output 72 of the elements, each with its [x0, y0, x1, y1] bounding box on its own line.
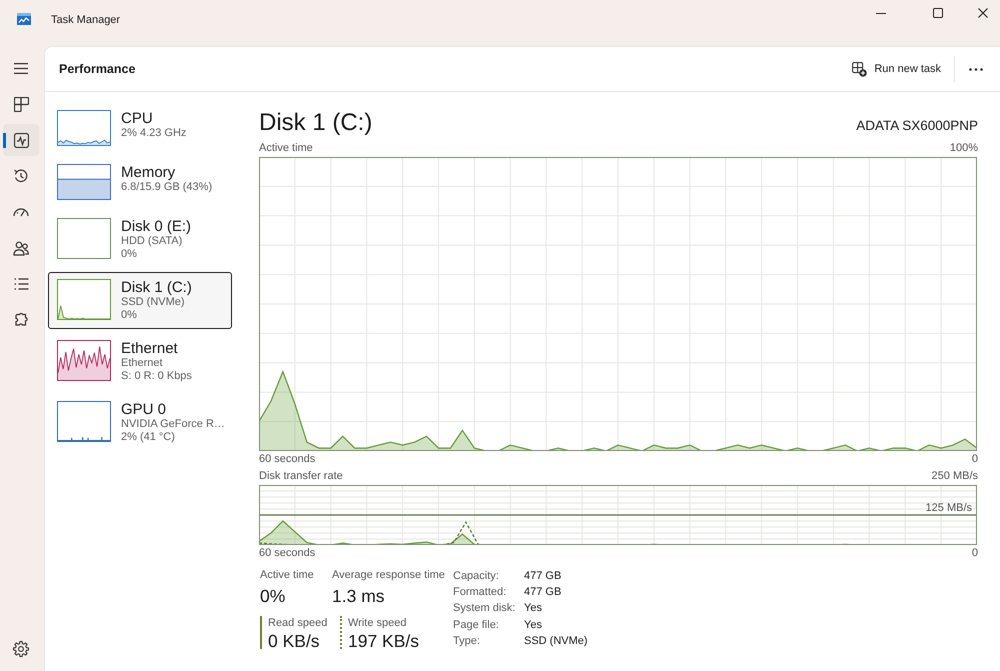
- property-label: Capacity:: [453, 569, 500, 584]
- window-title: Task Manager: [51, 13, 120, 27]
- disk-model: ADATA SX6000PNP: [856, 118, 978, 134]
- resource-list-item[interactable]: Disk 0 (E:) HDD (SATA) 0%: [48, 211, 232, 268]
- minimize-icon: [876, 12, 886, 14]
- stat-value: 0 KB/s: [268, 630, 320, 652]
- puzzle-piece-icon: [13, 312, 29, 328]
- resource-name: GPU 0: [121, 401, 166, 418]
- resource-list-item[interactable]: Disk 1 (C:) SSD (NVMe) 0%: [48, 272, 232, 329]
- resource-name: Ethernet: [121, 340, 178, 357]
- resource-detail: 0%: [121, 309, 137, 322]
- resource-detail: 2% (41 °C): [121, 431, 175, 444]
- resource-name: CPU: [121, 110, 153, 127]
- new-task-icon: [852, 62, 868, 76]
- nav-button[interactable]: [3, 124, 39, 156]
- scale-label: 100%: [950, 141, 978, 155]
- scale-label: 0: [972, 546, 978, 560]
- menu-icon: [14, 62, 28, 74]
- stat-label: Average response time: [332, 568, 445, 582]
- stat-value: 197 KB/s: [348, 630, 420, 652]
- speedometer-icon: [13, 206, 29, 218]
- stat-value: 1.3 ms: [332, 585, 385, 607]
- property-label: System disk:: [453, 601, 516, 616]
- scale-label: 125 MB/s: [926, 502, 972, 514]
- resource-name: Disk 1 (C:): [121, 279, 192, 296]
- resource-detail: SSD (NVMe): [121, 296, 185, 309]
- app-icon: [17, 13, 31, 25]
- people-icon: [13, 240, 29, 256]
- stat-label: Active time: [260, 568, 314, 582]
- resource-detail: HDD (SATA): [121, 235, 182, 248]
- run-new-task-button[interactable]: Run new task: [842, 54, 951, 84]
- dotted-legend-line-icon: [340, 616, 342, 649]
- time-span-label: 60 seconds: [259, 452, 316, 466]
- resource-list-item[interactable]: Memory 6.8/15.9 GB (43%): [48, 157, 232, 207]
- property-label: Page file:: [453, 618, 500, 633]
- resource-detail: 0%: [121, 248, 137, 261]
- close-icon: [978, 8, 988, 18]
- resource-name: Memory: [121, 164, 176, 181]
- list-icon: [14, 278, 28, 290]
- stat-label: Read speed: [268, 616, 328, 630]
- legend-line-icon: [260, 616, 262, 649]
- settings-icon: [13, 641, 29, 657]
- resource-detail: NVIDIA GeForce R…: [121, 418, 225, 431]
- property-value: Yes: [524, 601, 543, 616]
- stat-value: 0%: [260, 585, 286, 607]
- property-value: 477 GB: [524, 585, 562, 600]
- scale-label: 250 MB/s: [932, 469, 978, 483]
- resource-list-item[interactable]: GPU 0 NVIDIA GeForce R… 2% (41 °C): [48, 394, 232, 451]
- maximize-icon: [932, 8, 942, 18]
- stat-label: Write speed: [348, 616, 406, 630]
- property-value: SSD (NVMe): [524, 634, 588, 649]
- more-icon: [969, 68, 983, 70]
- activity-chart-icon: [14, 132, 28, 148]
- property-value: 477 GB: [524, 569, 562, 584]
- graph-title: Disk transfer rate: [259, 469, 343, 483]
- property-label: Formatted:: [453, 585, 508, 600]
- scale-label: 0: [972, 452, 978, 466]
- history-icon: [13, 168, 29, 184]
- resource-list-item[interactable]: CPU 2% 4.23 GHz: [48, 103, 232, 153]
- time-span-label: 60 seconds: [259, 546, 316, 560]
- resource-list-item[interactable]: Ethernet Ethernet S: 0 R: 0 Kbps: [48, 333, 232, 390]
- resource-detail: S: 0 R: 0 Kbps: [121, 370, 192, 383]
- resource-name: Disk 0 (E:): [121, 218, 192, 235]
- resource-detail: 2% 4.23 GHz: [121, 127, 186, 140]
- page-title: Performance: [59, 62, 136, 76]
- property-label: Type:: [453, 634, 481, 649]
- resource-detail: 6.8/15.9 GB (43%): [121, 181, 212, 194]
- resource-detail: Ethernet: [121, 357, 163, 370]
- disk-title: Disk 1 (C:): [259, 108, 372, 138]
- apps-grid-icon: [14, 96, 28, 112]
- graph-title: Active time: [259, 141, 313, 155]
- property-value: Yes: [524, 618, 543, 633]
